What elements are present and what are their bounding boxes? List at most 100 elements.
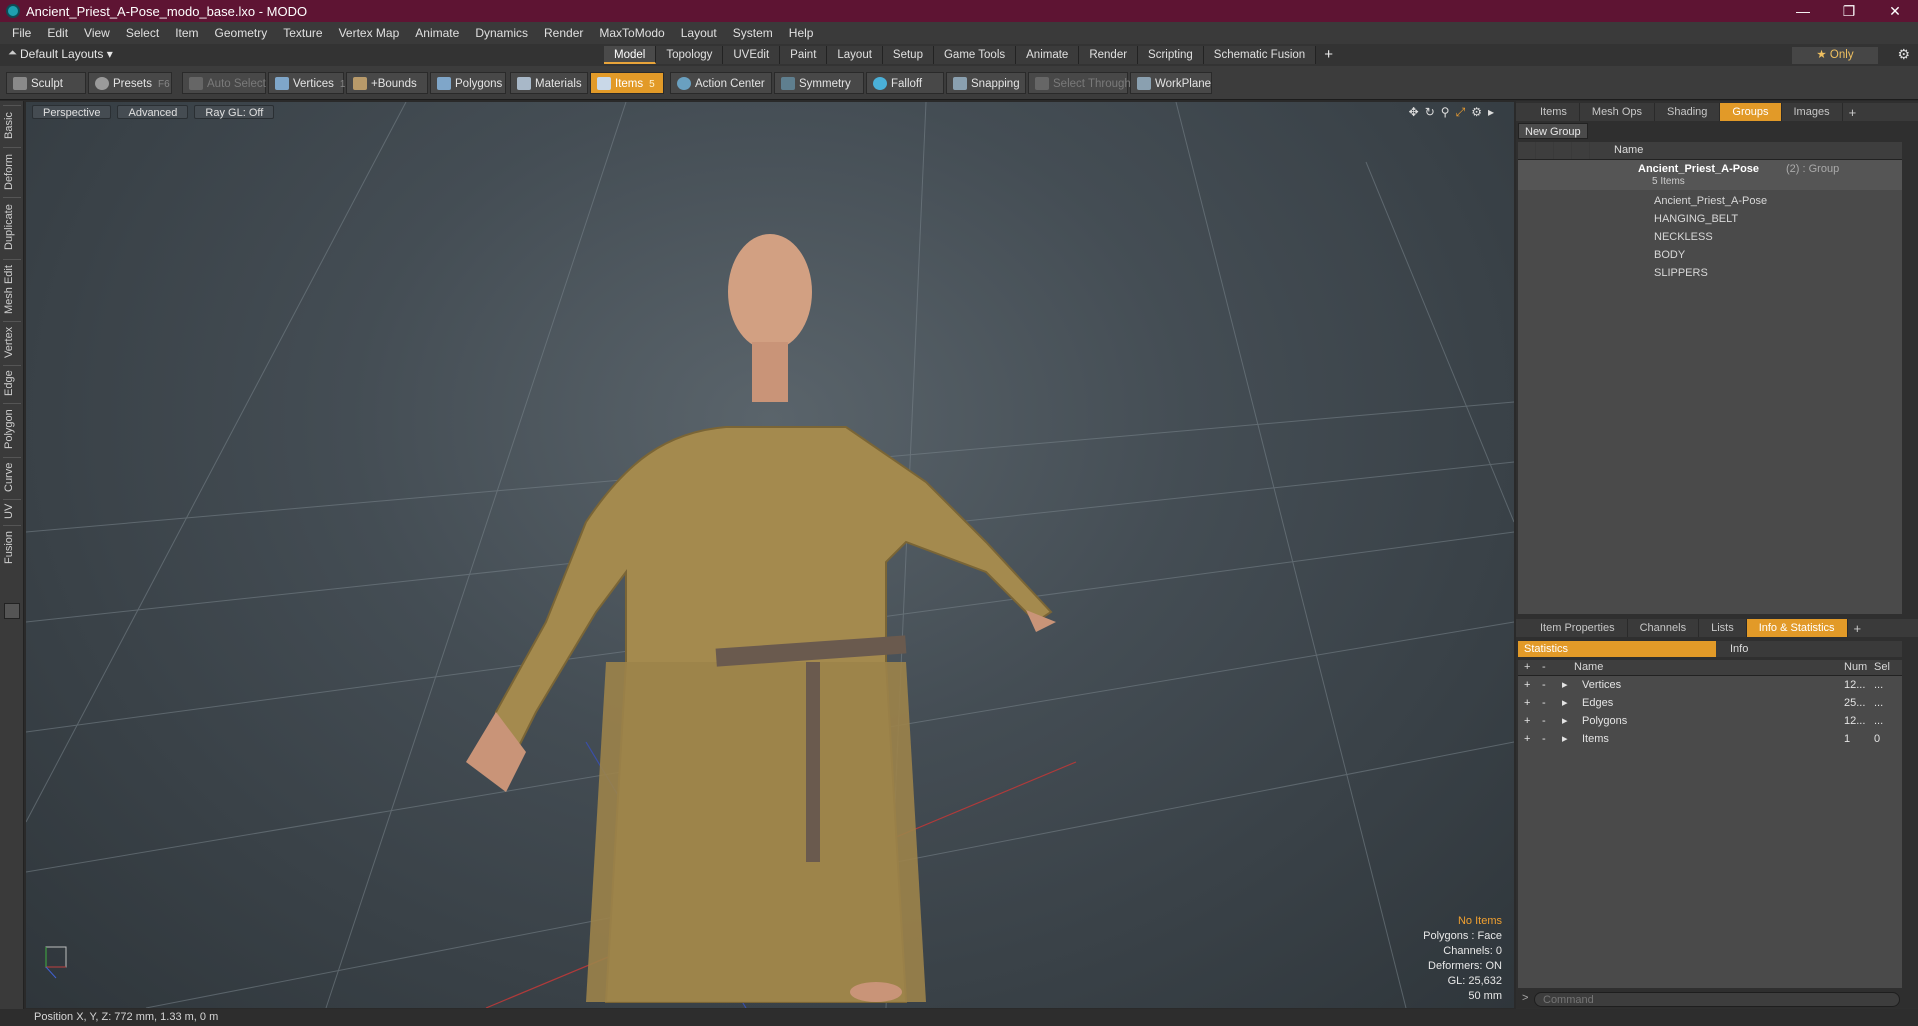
rotate-view-icon[interactable]: ↻ — [1425, 105, 1435, 120]
tab-game-tools[interactable]: Game Tools — [933, 46, 1017, 64]
tab-duplicate[interactable]: Duplicate — [3, 197, 21, 257]
tab-images[interactable]: Images — [1782, 103, 1843, 121]
expand-plus-icon[interactable]: + — [1524, 676, 1530, 694]
tab-channels[interactable]: Channels — [1628, 619, 1700, 637]
menu-geometry[interactable]: Geometry — [207, 26, 276, 40]
tab-deform[interactable]: Deform — [3, 147, 21, 195]
zoom-view-icon[interactable]: ⚲ — [1441, 105, 1450, 120]
tab-uvedit[interactable]: UVEdit — [723, 46, 781, 64]
menu-select[interactable]: Select — [118, 26, 167, 40]
layouts-dropdown[interactable]: Default Layouts ▾ — [20, 47, 113, 61]
table-row[interactable]: + - ▸ Items 1 0 — [1518, 730, 1902, 748]
list-item[interactable]: BODY — [1518, 246, 1902, 264]
fit-view-icon[interactable]: ⤢ — [1456, 105, 1466, 120]
new-group-button[interactable]: New Group — [1518, 123, 1588, 139]
only-toggle[interactable]: ★ Only — [1792, 47, 1878, 64]
tab-layout[interactable]: Layout — [827, 46, 883, 64]
tab-item-properties[interactable]: Item Properties — [1528, 619, 1628, 637]
menu-render[interactable]: Render — [536, 26, 591, 40]
menu-vertex-map[interactable]: Vertex Map — [331, 26, 408, 40]
menu-view[interactable]: View — [76, 26, 118, 40]
tab-items[interactable]: Items — [1528, 103, 1580, 121]
action-center-button[interactable]: Action Center — [670, 72, 772, 94]
tab-scripting[interactable]: Scripting — [1138, 46, 1204, 64]
expand-plus-icon[interactable]: + — [1524, 730, 1530, 748]
menu-dynamics[interactable]: Dynamics — [467, 26, 536, 40]
menu-layout[interactable]: Layout — [673, 26, 725, 40]
close-button[interactable]: ✕ — [1872, 0, 1918, 22]
raygl-toggle[interactable]: Ray GL: Off — [194, 105, 275, 119]
tab-shading[interactable]: Shading — [1655, 103, 1721, 121]
table-row[interactable]: + - ▸ Polygons 12... ... — [1518, 712, 1902, 730]
collapse-minus-icon[interactable]: - — [1542, 676, 1546, 694]
tab-fusion[interactable]: Fusion — [3, 525, 21, 569]
viewport-more-icon[interactable]: ▸ — [1488, 105, 1494, 120]
move-view-icon[interactable]: ✥ — [1409, 105, 1419, 120]
symmetry-button[interactable]: Symmetry — [774, 72, 864, 94]
table-row[interactable]: + - ▸ Edges 25... ... — [1518, 694, 1902, 712]
tab-model[interactable]: Model — [604, 46, 657, 64]
add-layout-icon[interactable]: + — [1324, 46, 1333, 64]
workplane-button[interactable]: WorkPlane — [1130, 72, 1212, 94]
expand-plus-icon[interactable]: + — [1524, 694, 1530, 712]
tab-setup[interactable]: Setup — [882, 46, 934, 64]
list-item[interactable]: SLIPPERS — [1518, 264, 1902, 282]
table-row[interactable]: + - ▸ Vertices 12... ... — [1518, 676, 1902, 694]
tab-uv[interactable]: UV — [3, 499, 21, 523]
menu-item[interactable]: Item — [167, 26, 206, 40]
collapse-minus-icon[interactable]: - — [1542, 694, 1546, 712]
collapse-minus-icon[interactable]: - — [1542, 712, 1546, 730]
presets-button[interactable]: Presets F6 — [88, 72, 172, 94]
add-tab-icon[interactable]: + — [1854, 621, 1862, 636]
items-button[interactable]: Items 5 — [590, 72, 664, 94]
triangle-icon[interactable]: ▸ — [1562, 712, 1568, 730]
gear-icon[interactable]: ⚙ — [1897, 46, 1910, 63]
expand-plus-icon[interactable]: + — [1524, 712, 1530, 730]
tab-schematic-fusion[interactable]: Schematic Fusion — [1203, 46, 1317, 64]
triangle-icon[interactable]: ▸ — [1562, 694, 1568, 712]
command-input[interactable] — [1534, 992, 1900, 1007]
group-row[interactable]: Ancient_Priest_A-Pose (2) : Group 5 Item… — [1518, 160, 1902, 190]
list-item[interactable]: NECKLESS — [1518, 228, 1902, 246]
perspective-dropdown[interactable]: Perspective — [32, 105, 112, 119]
3d-viewport[interactable]: Perspective Advanced Ray GL: Off ✥ ↻ ⚲ ⤢… — [26, 102, 1514, 1008]
tab-animate[interactable]: Animate — [1016, 46, 1080, 64]
list-item[interactable]: HANGING_BELT — [1518, 210, 1902, 228]
tab-mesh-ops[interactable]: Mesh Ops — [1580, 103, 1656, 121]
shading-dropdown[interactable]: Advanced — [117, 105, 189, 119]
triangle-icon[interactable]: ▸ — [1562, 730, 1568, 748]
falloff-button[interactable]: Falloff — [866, 72, 944, 94]
tab-edge[interactable]: Edge — [3, 365, 21, 401]
info-tab[interactable]: Info — [1716, 641, 1902, 657]
select-through-button[interactable]: Select Through — [1028, 72, 1131, 94]
tab-groups[interactable]: Groups — [1720, 103, 1782, 121]
menu-texture[interactable]: Texture — [275, 26, 330, 40]
auto-select-button[interactable]: Auto Select — [182, 72, 266, 94]
add-tab-icon[interactable]: + — [1849, 105, 1857, 120]
tab-polygon[interactable]: Polygon — [3, 403, 21, 455]
viewport-settings-icon[interactable]: ⚙ — [1471, 105, 1482, 120]
sculpt-button[interactable]: Sculpt — [6, 72, 86, 94]
tab-lists[interactable]: Lists — [1699, 619, 1747, 637]
priest-model[interactable] — [466, 234, 1056, 1008]
expand-icon[interactable] — [4, 603, 20, 619]
bounds-button[interactable]: +Bounds — [346, 72, 428, 94]
statistics-tab[interactable]: Statistics — [1518, 641, 1716, 657]
menu-file[interactable]: File — [4, 26, 39, 40]
tab-vertex[interactable]: Vertex — [3, 321, 21, 363]
menu-help[interactable]: Help — [781, 26, 822, 40]
tab-basic[interactable]: Basic — [3, 105, 21, 145]
collapse-minus-icon[interactable]: - — [1542, 730, 1546, 748]
tab-mesh-edit[interactable]: Mesh Edit — [3, 259, 21, 319]
tab-curve[interactable]: Curve — [3, 457, 21, 497]
menu-maxtomodo[interactable]: MaxToModo — [591, 26, 672, 40]
menu-animate[interactable]: Animate — [407, 26, 467, 40]
vertices-button[interactable]: Vertices 1 — [268, 72, 345, 94]
materials-button[interactable]: Materials — [510, 72, 588, 94]
tab-render[interactable]: Render — [1079, 46, 1139, 64]
minimize-button[interactable]: — — [1780, 0, 1826, 22]
polygons-button[interactable]: Polygons — [430, 72, 506, 94]
menu-system[interactable]: System — [725, 26, 781, 40]
tab-info-statistics[interactable]: Info & Statistics — [1746, 619, 1848, 637]
triangle-icon[interactable]: ▸ — [1562, 676, 1568, 694]
